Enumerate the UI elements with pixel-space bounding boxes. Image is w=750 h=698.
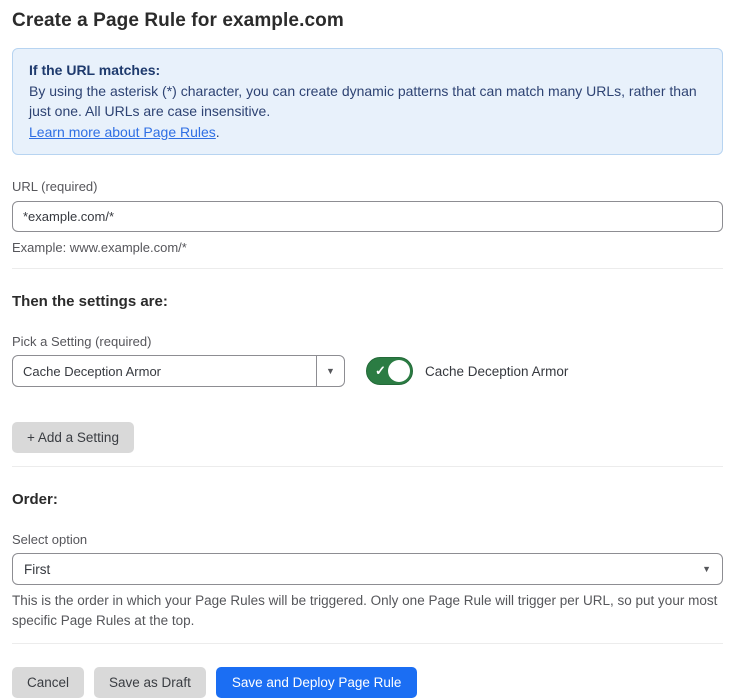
url-field-label: URL (required) [12,179,723,194]
order-select-label: Select option [12,532,723,547]
page-title: Create a Page Rule for example.com [12,10,723,32]
add-setting-button[interactable]: + Add a Setting [12,422,134,453]
check-icon: ✓ [375,363,386,379]
setting-toggle-label: Cache Deception Armor [425,364,568,379]
banner-heading: If the URL matches: [29,60,706,81]
order-section-heading: Order: [12,491,723,508]
url-input[interactable] [12,201,723,232]
setting-toggle[interactable]: ✓ [366,357,413,385]
banner-body-text: By using the asterisk (*) character, you… [29,83,697,120]
save-and-deploy-button[interactable]: Save and Deploy Page Rule [216,667,418,698]
order-select[interactable]: First ▼ [12,553,723,585]
divider [12,268,723,269]
setting-select-value: Cache Deception Armor [13,356,316,386]
banner-body: By using the asterisk (*) character, you… [29,81,706,143]
chevron-down-icon: ▼ [702,565,711,574]
learn-more-link[interactable]: Learn more about Page Rules [29,124,216,140]
toggle-knob [388,360,410,382]
save-as-draft-button[interactable]: Save as Draft [94,667,206,698]
settings-section-heading: Then the settings are: [12,293,723,310]
banner-link-suffix: . [216,124,220,140]
order-helper-text: This is the order in which your Page Rul… [12,591,723,631]
setting-select-caret-button[interactable]: ▼ [316,356,344,386]
divider [12,466,723,467]
chevron-down-icon: ▼ [326,367,335,376]
cancel-button[interactable]: Cancel [12,667,84,698]
setting-picker-label: Pick a Setting (required) [12,334,723,349]
setting-select[interactable]: Cache Deception Armor ▼ [12,355,345,387]
url-match-info-banner: If the URL matches: By using the asteris… [12,48,723,155]
setting-row: Cache Deception Armor ▼ ✓ Cache Deceptio… [12,355,723,387]
order-select-value: First [24,562,50,577]
url-helper-text: Example: www.example.com/* [12,239,723,256]
footer-actions: Cancel Save as Draft Save and Deploy Pag… [12,667,723,698]
divider [12,643,723,644]
page-rule-form: Create a Page Rule for example.com If th… [0,0,750,698]
